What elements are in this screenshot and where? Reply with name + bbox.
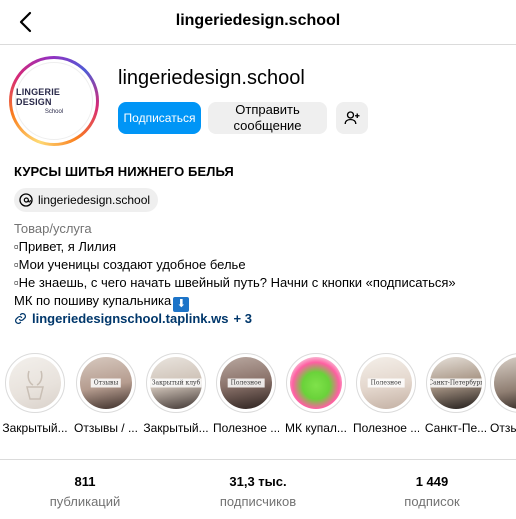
highlight-label: Закрытый... xyxy=(2,421,68,435)
stat-following[interactable]: 1 449 подписок xyxy=(367,474,497,509)
story-highlight[interactable]: Полезное Полезное ... xyxy=(213,353,279,435)
highlight-cover: Полезное xyxy=(360,357,412,409)
avatar-logo: LINGERIE DESIGN School xyxy=(15,62,93,140)
highlight-label: Полезное ... xyxy=(353,421,419,435)
stat-following-count: 1 449 xyxy=(415,474,449,489)
down-arrow-emoji-icon: ⬇ xyxy=(173,297,190,312)
threads-icon xyxy=(19,193,33,207)
threads-link-badge[interactable]: lingeriedesign.school xyxy=(14,188,159,212)
highlight-cover: Полезное xyxy=(220,357,272,409)
bio-line: ▫Привет, я Лилия xyxy=(14,239,117,254)
story-highlight[interactable]: Полезное Полезное ... xyxy=(353,353,419,435)
story-highlight[interactable]: Отзывы Отзывы / ... xyxy=(73,353,139,435)
profile-username: lingeriedesign.school xyxy=(118,67,305,89)
bio-display-name: КУРСЫ ШИТЬЯ НИЖНЕГО БЕЛЬЯ xyxy=(14,164,234,179)
stat-posts-label: публикаций xyxy=(49,494,121,509)
highlight-label: Отзывы xyxy=(490,421,516,435)
highlight-label: Закрытый... xyxy=(143,421,209,435)
story-highlight[interactable]: Санкт-Петербург Санкт-Пе... xyxy=(423,353,489,435)
stats-divider xyxy=(0,459,516,460)
highlight-cover-text: Полезное xyxy=(227,378,265,388)
highlight-cover: Отзывы xyxy=(80,357,132,409)
story-highlight[interactable]: Отзывы xyxy=(490,353,516,435)
suggest-user-button[interactable] xyxy=(336,102,368,134)
avatar-logo-subtext: School xyxy=(44,109,64,115)
highlight-label: Санкт-Пе... xyxy=(424,421,488,435)
highlight-cover-text: Санкт-Петербург xyxy=(430,378,482,388)
add-person-icon xyxy=(344,111,360,125)
account-category: Товар/услуга xyxy=(14,221,92,236)
stat-followers-count: 31,3 тыс. xyxy=(229,474,287,489)
bio-link[interactable]: lingeriedesignschool.taplink.ws + 3 xyxy=(14,311,252,326)
link-icon xyxy=(15,313,26,324)
story-highlight[interactable]: МК купал... xyxy=(283,353,349,435)
bio-line: ▫Не знаешь, с чего начать швейный путь? … xyxy=(14,275,456,290)
stat-followers[interactable]: 31,3 тыс. подписчиков xyxy=(193,474,323,509)
page-title: lingeriedesign.school xyxy=(175,12,341,29)
highlight-label: Отзывы / ... xyxy=(74,421,138,435)
stat-followers-label: подписчиков xyxy=(219,494,297,509)
message-button[interactable]: Отправить сообщение xyxy=(208,102,327,134)
bio-link-more: + 3 xyxy=(233,311,252,326)
bio-line-with-emoji: МК по пошиву купальника ⬇ xyxy=(14,293,190,312)
follow-button[interactable]: Подписаться xyxy=(118,102,201,134)
stat-posts[interactable]: 811 публикаций xyxy=(20,474,150,509)
highlight-cover-text: Отзывы xyxy=(90,378,122,388)
highlight-cover-text: Закрытый клуб xyxy=(150,378,202,388)
highlight-cover: Санкт-Петербург xyxy=(430,357,482,409)
story-highlight[interactable]: Закрытый... xyxy=(2,353,68,435)
bio-line: ▫Мои ученицы создают удобное белье xyxy=(14,257,246,272)
highlight-cover xyxy=(9,357,61,409)
highlight-label: Полезное ... xyxy=(213,421,279,435)
highlight-cover xyxy=(494,357,516,409)
stat-posts-count: 811 xyxy=(74,474,96,489)
profile-avatar[interactable]: LINGERIE DESIGN School xyxy=(9,56,99,146)
top-bar: lingeriedesign.school xyxy=(0,0,516,45)
stat-following-label: подписок xyxy=(404,494,460,509)
story-highlight[interactable]: Закрытый клуб Закрытый... xyxy=(143,353,209,435)
highlight-cover-text: Полезное xyxy=(367,378,405,388)
highlight-cover: Закрытый клуб xyxy=(150,357,202,409)
bio-link-text: lingeriedesignschool.taplink.ws xyxy=(32,311,229,326)
highlight-label: МК купал... xyxy=(285,421,347,435)
highlight-cover xyxy=(290,357,342,409)
bio-line: МК по пошиву купальника xyxy=(14,293,172,308)
threads-handle: lingeriedesign.school xyxy=(38,193,151,207)
lingerie-image-icon xyxy=(26,370,44,400)
avatar-logo-text: LINGERIE DESIGN xyxy=(16,87,61,107)
